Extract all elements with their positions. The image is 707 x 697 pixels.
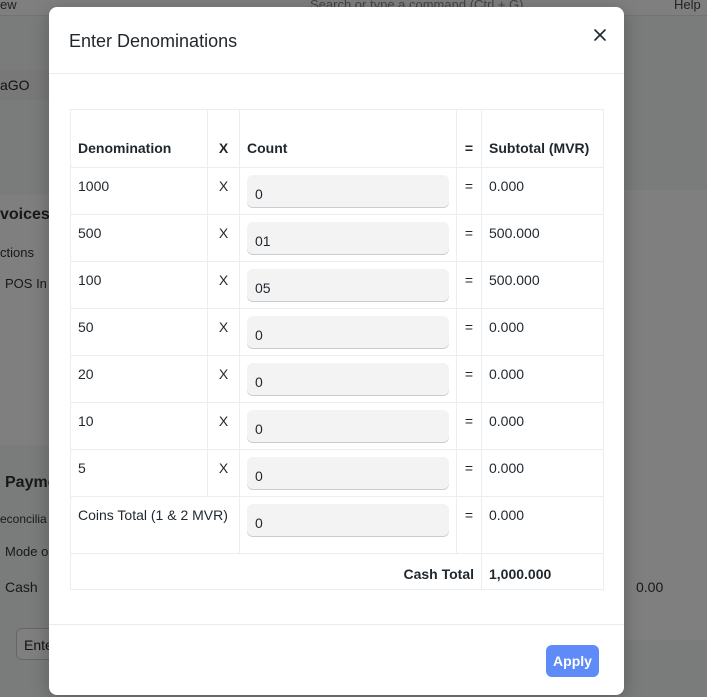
- multiply-cell: X: [207, 355, 240, 403]
- dialog-title: Enter Denominations: [69, 31, 238, 51]
- denomination-table-wrapper: Denomination X Count = Subtotal (MVR) 10…: [70, 109, 604, 590]
- subtotal-cell: 0.000: [481, 449, 604, 497]
- count-input-5[interactable]: [247, 457, 449, 490]
- column-header-equals: =: [456, 109, 482, 168]
- equals-cell: =: [456, 496, 482, 554]
- table-header-row: Denomination X Count = Subtotal (MVR): [70, 109, 604, 168]
- coins-count-cell: [239, 496, 457, 554]
- close-icon: [594, 29, 606, 41]
- coins-label: Coins Total (1 & 2 MVR): [70, 496, 240, 554]
- denomination-cell: 20: [70, 355, 208, 403]
- subtotal-cell: 500.000: [481, 261, 604, 309]
- dialog-header: Enter Denominations: [49, 7, 624, 74]
- apply-button[interactable]: Apply: [546, 645, 599, 677]
- multiply-cell: X: [207, 167, 240, 215]
- count-cell: [239, 214, 457, 262]
- equals-cell: =: [456, 355, 482, 403]
- count-input-100[interactable]: [247, 269, 449, 302]
- denomination-cell: 5: [70, 449, 208, 497]
- denominations-dialog: Enter Denominations Denomination X Count: [49, 7, 624, 695]
- denomination-cell: 500: [70, 214, 208, 262]
- equals-cell: =: [456, 308, 482, 356]
- subtotal-cell: 0.000: [481, 308, 604, 356]
- equals-cell: =: [456, 449, 482, 497]
- multiply-cell: X: [207, 449, 240, 497]
- count-cell: [239, 308, 457, 356]
- table-row: 20 X = 0.000: [70, 355, 604, 403]
- multiply-cell: X: [207, 402, 240, 450]
- cash-total-row: Cash Total 1,000.000: [70, 553, 604, 590]
- count-cell: [239, 449, 457, 497]
- multiply-cell: X: [207, 308, 240, 356]
- count-input-50[interactable]: [247, 316, 449, 349]
- multiply-cell: X: [207, 261, 240, 309]
- count-cell: [239, 261, 457, 309]
- dialog-footer: Apply: [49, 624, 624, 695]
- coins-count-input[interactable]: [247, 504, 449, 537]
- column-header-subtotal: Subtotal (MVR): [481, 109, 604, 168]
- table-row: 5 X = 0.000: [70, 449, 604, 497]
- denomination-cell: 1000: [70, 167, 208, 215]
- multiply-cell: X: [207, 214, 240, 262]
- count-cell: [239, 355, 457, 403]
- count-cell: [239, 402, 457, 450]
- equals-cell: =: [456, 214, 482, 262]
- table-row: 10 X = 0.000: [70, 402, 604, 450]
- equals-cell: =: [456, 402, 482, 450]
- column-header-x: X: [207, 109, 240, 168]
- cash-total-label: Cash Total: [70, 553, 482, 590]
- subtotal-cell: 0.000: [481, 167, 604, 215]
- table-row: 50 X = 0.000: [70, 308, 604, 356]
- denomination-cell: 100: [70, 261, 208, 309]
- table-row: 500 X = 500.000: [70, 214, 604, 262]
- subtotal-cell: 0.000: [481, 402, 604, 450]
- subtotal-cell: 500.000: [481, 214, 604, 262]
- subtotal-cell: 0.000: [481, 355, 604, 403]
- count-input-1000[interactable]: [247, 175, 449, 208]
- equals-cell: =: [456, 261, 482, 309]
- table-row: 100 X = 500.000: [70, 261, 604, 309]
- count-input-500[interactable]: [247, 222, 449, 255]
- coins-row: Coins Total (1 & 2 MVR) = 0.000: [70, 496, 604, 554]
- denomination-cell: 10: [70, 402, 208, 450]
- denomination-cell: 50: [70, 308, 208, 356]
- close-button[interactable]: [589, 24, 611, 46]
- column-header-count: Count: [239, 109, 457, 168]
- column-header-denomination: Denomination: [70, 109, 208, 168]
- cash-total-value: 1,000.000: [481, 553, 604, 590]
- equals-cell: =: [456, 167, 482, 215]
- coins-subtotal: 0.000: [481, 496, 604, 554]
- table-row: 1000 X = 0.000: [70, 167, 604, 215]
- denomination-table: Denomination X Count = Subtotal (MVR) 10…: [70, 109, 604, 590]
- count-input-20[interactable]: [247, 363, 449, 396]
- count-input-10[interactable]: [247, 410, 449, 443]
- count-cell: [239, 167, 457, 215]
